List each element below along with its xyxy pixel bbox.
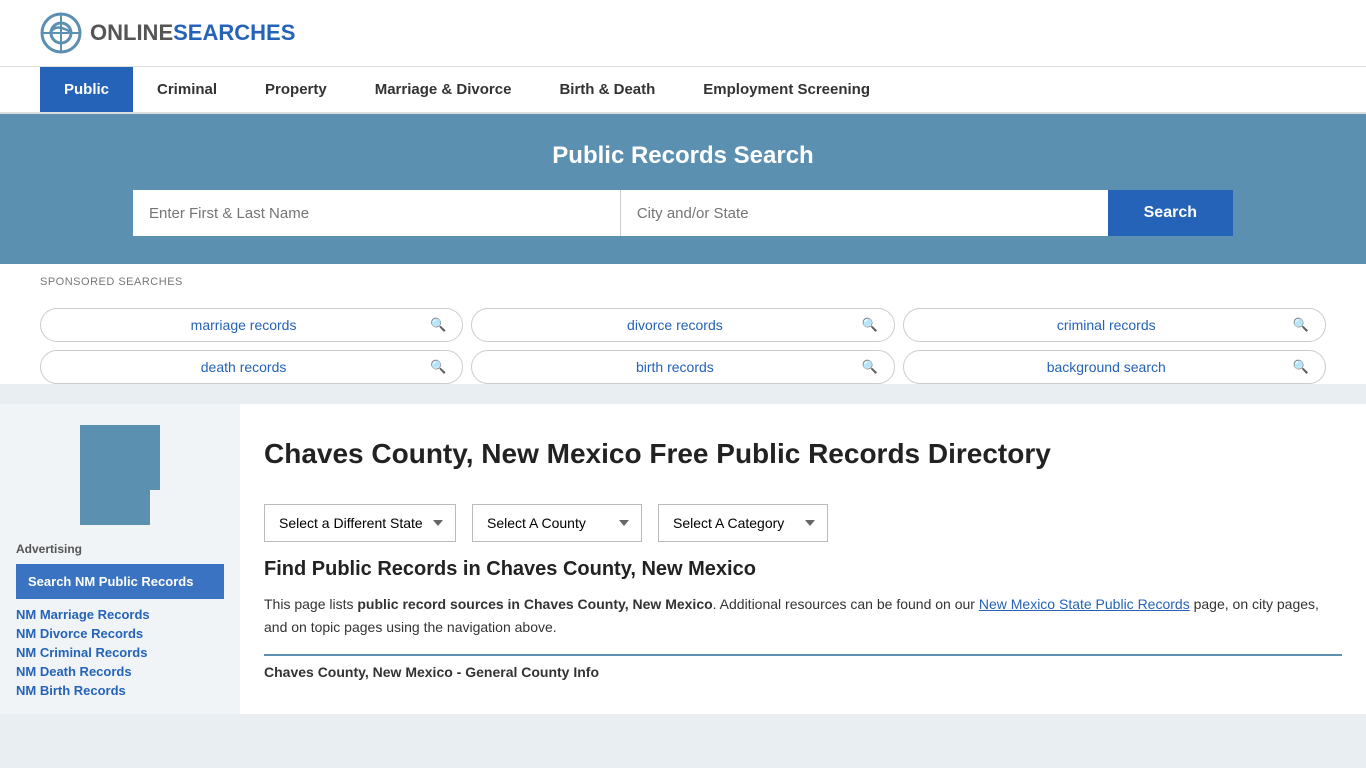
main-wrapper: Advertising Search NM Public Records NM … (0, 404, 1366, 714)
main-nav: Public Criminal Property Marriage & Divo… (0, 67, 1366, 114)
sponsored-tag-background[interactable]: background search 🔍 (903, 350, 1326, 384)
nav-public[interactable]: Public (40, 67, 133, 112)
search-icon-3: 🔍 (430, 359, 446, 375)
sidebar-link-4[interactable]: NM Birth Records (16, 683, 224, 698)
main-content: Chaves County, New Mexico Free Public Re… (240, 404, 1366, 714)
site-header: ONLINESEARCHES (0, 0, 1366, 67)
nav-birth-death[interactable]: Birth & Death (535, 67, 679, 112)
name-input[interactable] (133, 190, 621, 236)
sponsored-grid: marriage records 🔍 divorce records 🔍 cri… (40, 296, 1326, 384)
sponsored-tag-birth[interactable]: birth records 🔍 (471, 350, 894, 384)
search-icon-4: 🔍 (861, 359, 877, 375)
search-bar: Search (133, 190, 1233, 236)
search-icon-2: 🔍 (1293, 317, 1309, 333)
sponsored-tag-death[interactable]: death records 🔍 (40, 350, 463, 384)
state-dropdown[interactable]: Select a Different State (264, 504, 456, 542)
state-section: Chaves County, New Mexico Free Public Re… (264, 420, 1342, 488)
location-input[interactable] (621, 190, 1108, 236)
sidebar-link-0[interactable]: NM Marriage Records (16, 607, 224, 622)
nav-employment[interactable]: Employment Screening (679, 67, 894, 112)
county-info-bar: Chaves County, New Mexico - General Coun… (264, 654, 1342, 680)
logo-text: ONLINESEARCHES (90, 20, 295, 46)
search-icon-5: 🔍 (1293, 359, 1309, 375)
state-map-nm (70, 420, 170, 530)
sidebar-links: NM Marriage Records NM Divorce Records N… (16, 607, 224, 698)
page-title: Chaves County, New Mexico Free Public Re… (264, 436, 1051, 472)
search-button[interactable]: Search (1108, 190, 1233, 236)
sidebar-link-2[interactable]: NM Criminal Records (16, 645, 224, 660)
nav-property[interactable]: Property (241, 67, 351, 112)
logo[interactable]: ONLINESEARCHES (40, 12, 295, 54)
search-icon-1: 🔍 (861, 317, 877, 333)
nav-marriage-divorce[interactable]: Marriage & Divorce (351, 67, 536, 112)
nm-records-link[interactable]: New Mexico State Public Records (979, 596, 1190, 612)
sponsored-tag-criminal[interactable]: criminal records 🔍 (903, 308, 1326, 342)
nav-criminal[interactable]: Criminal (133, 67, 241, 112)
sidebar-ad-block[interactable]: Search NM Public Records (16, 564, 224, 599)
logo-icon (40, 12, 82, 54)
hero-title: Public Records Search (40, 142, 1326, 170)
sidebar: Advertising Search NM Public Records NM … (0, 404, 240, 714)
category-dropdown[interactable]: Select A Category (658, 504, 828, 542)
sidebar-link-1[interactable]: NM Divorce Records (16, 626, 224, 641)
sidebar-link-3[interactable]: NM Death Records (16, 664, 224, 679)
sidebar-ad-label: Advertising (16, 542, 224, 556)
sponsored-tag-marriage[interactable]: marriage records 🔍 (40, 308, 463, 342)
county-dropdown[interactable]: Select A County (472, 504, 642, 542)
find-title: Find Public Records in Chaves County, Ne… (264, 558, 1342, 581)
find-desc: This page lists public record sources in… (264, 593, 1342, 638)
county-info-label: Chaves County, New Mexico - General Coun… (264, 664, 1342, 680)
sponsored-tag-divorce[interactable]: divorce records 🔍 (471, 308, 894, 342)
dropdowns-row: Select a Different State Select A County… (264, 504, 1342, 542)
hero-section: Public Records Search Search (0, 114, 1366, 264)
sponsored-label: SPONSORED SEARCHES (40, 276, 1326, 288)
search-icon-0: 🔍 (430, 317, 446, 333)
